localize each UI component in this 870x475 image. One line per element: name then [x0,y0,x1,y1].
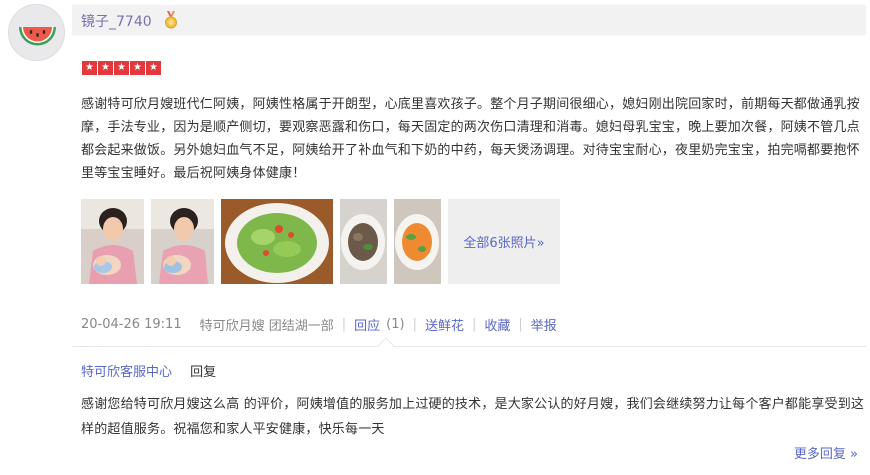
photo-carrot-dish[interactable] [394,199,441,284]
star-icon: ★ [146,61,161,75]
star-icon: ★ [98,61,113,75]
watermelon-avatar-icon [9,5,64,60]
all-photos-link[interactable]: 全部6张照片» [448,199,560,284]
reply-divider [72,346,866,347]
divider: | [518,317,523,332]
review-source: 特可欣月嫂 团结湖一部 [199,319,334,334]
rating-stars: ★ ★ ★ ★ ★ [82,61,161,75]
photo-woman-with-baby-2[interactable] [151,199,214,284]
username-link[interactable]: 镜子_7740 [81,11,152,31]
reply-link[interactable]: 回应 [354,315,380,334]
review-text: 感谢特可欣月嫂班代仁阿姨，阿姨性格属于开朗型，心底里喜欢孩子。整个月子期间很细心… [81,97,860,181]
reply-pointer [377,337,395,355]
photo-meat-dish[interactable] [340,199,387,284]
star-icon: ★ [82,61,97,75]
send-flower-link[interactable]: 送鲜花 [425,315,464,334]
reply-text: 感谢您给特可欣月嫂这么高 的评价，阿姨增值的服务加上过硬的技术，是大家公认的好月… [81,397,865,437]
user-avatar[interactable] [8,4,65,61]
photo-woman-with-baby-1[interactable] [81,199,144,284]
star-icon: ★ [130,61,145,75]
user-header-bar: 镜子_7740 [72,5,866,35]
reply-label: 回复 [190,365,217,380]
review-meta: 20-04-26 19:11 特可欣月嫂 团结湖一部 | 回应 (1) | 送鲜… [81,315,557,334]
report-link[interactable]: 举报 [531,315,557,334]
medal-icon [164,11,178,29]
star-icon: ★ [114,61,129,75]
reply-author-link[interactable]: 特可欣客服中心 [81,365,172,380]
divider: | [412,317,417,332]
review-date: 20-04-26 19:11 [81,317,182,332]
favorite-link[interactable]: 收藏 [484,315,510,334]
photo-vegetable-salad[interactable] [221,199,333,284]
more-replies-link[interactable]: 更多回复 » [794,443,858,462]
divider: | [341,317,347,332]
reply-count: (1) [386,317,405,332]
reply-header: 特可欣客服中心 回复 [81,361,216,380]
divider: | [471,317,477,332]
